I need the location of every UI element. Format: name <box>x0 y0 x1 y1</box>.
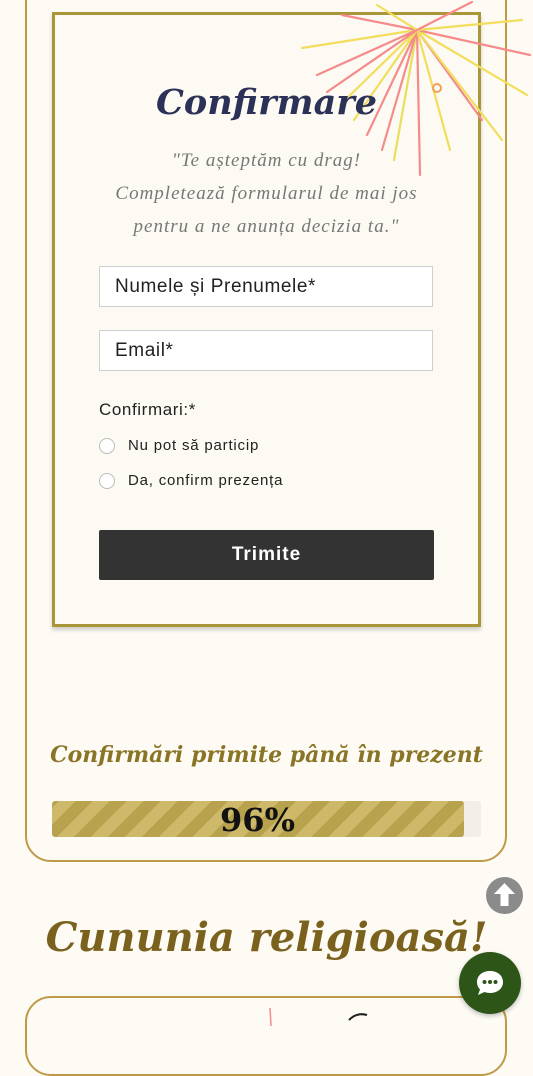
confirm-label: Confirmari:* <box>99 400 196 419</box>
ceremony-card <box>25 996 507 1076</box>
chat-button[interactable] <box>459 952 521 1014</box>
confirmations-progress-bar: 96% <box>52 801 481 837</box>
radio-option-accept[interactable]: Da, confirm prezența <box>99 472 283 489</box>
radio-button[interactable] <box>99 472 115 489</box>
section-heading: Cununia religioasă! <box>45 914 488 961</box>
scroll-to-top-button[interactable] <box>486 877 523 914</box>
page-title: Confirmare <box>156 82 377 123</box>
intro-text: "Te așteptăm cu drag! Completează formul… <box>52 144 481 243</box>
radio-button[interactable] <box>99 437 115 454</box>
submit-button[interactable]: Trimite <box>99 530 434 580</box>
confirmations-heading: Confirmări primite până în prezent <box>50 742 483 768</box>
radio-option-decline[interactable]: Nu pot să particip <box>99 437 259 454</box>
progress-text: 96% <box>220 801 295 837</box>
name-field[interactable] <box>99 266 433 307</box>
intro-line: Completează formularul de mai jos <box>115 183 418 204</box>
intro-line: "Te așteptăm cu drag! <box>171 150 362 171</box>
radio-label: Nu pot să particip <box>128 437 260 454</box>
email-field[interactable] <box>99 330 433 371</box>
intro-line: pentru a ne anunța decizia ta." <box>133 216 400 237</box>
radio-label: Da, confirm prezența <box>128 472 284 489</box>
chat-bubble-icon <box>477 971 503 995</box>
arrow-up-circle-icon <box>494 883 515 906</box>
